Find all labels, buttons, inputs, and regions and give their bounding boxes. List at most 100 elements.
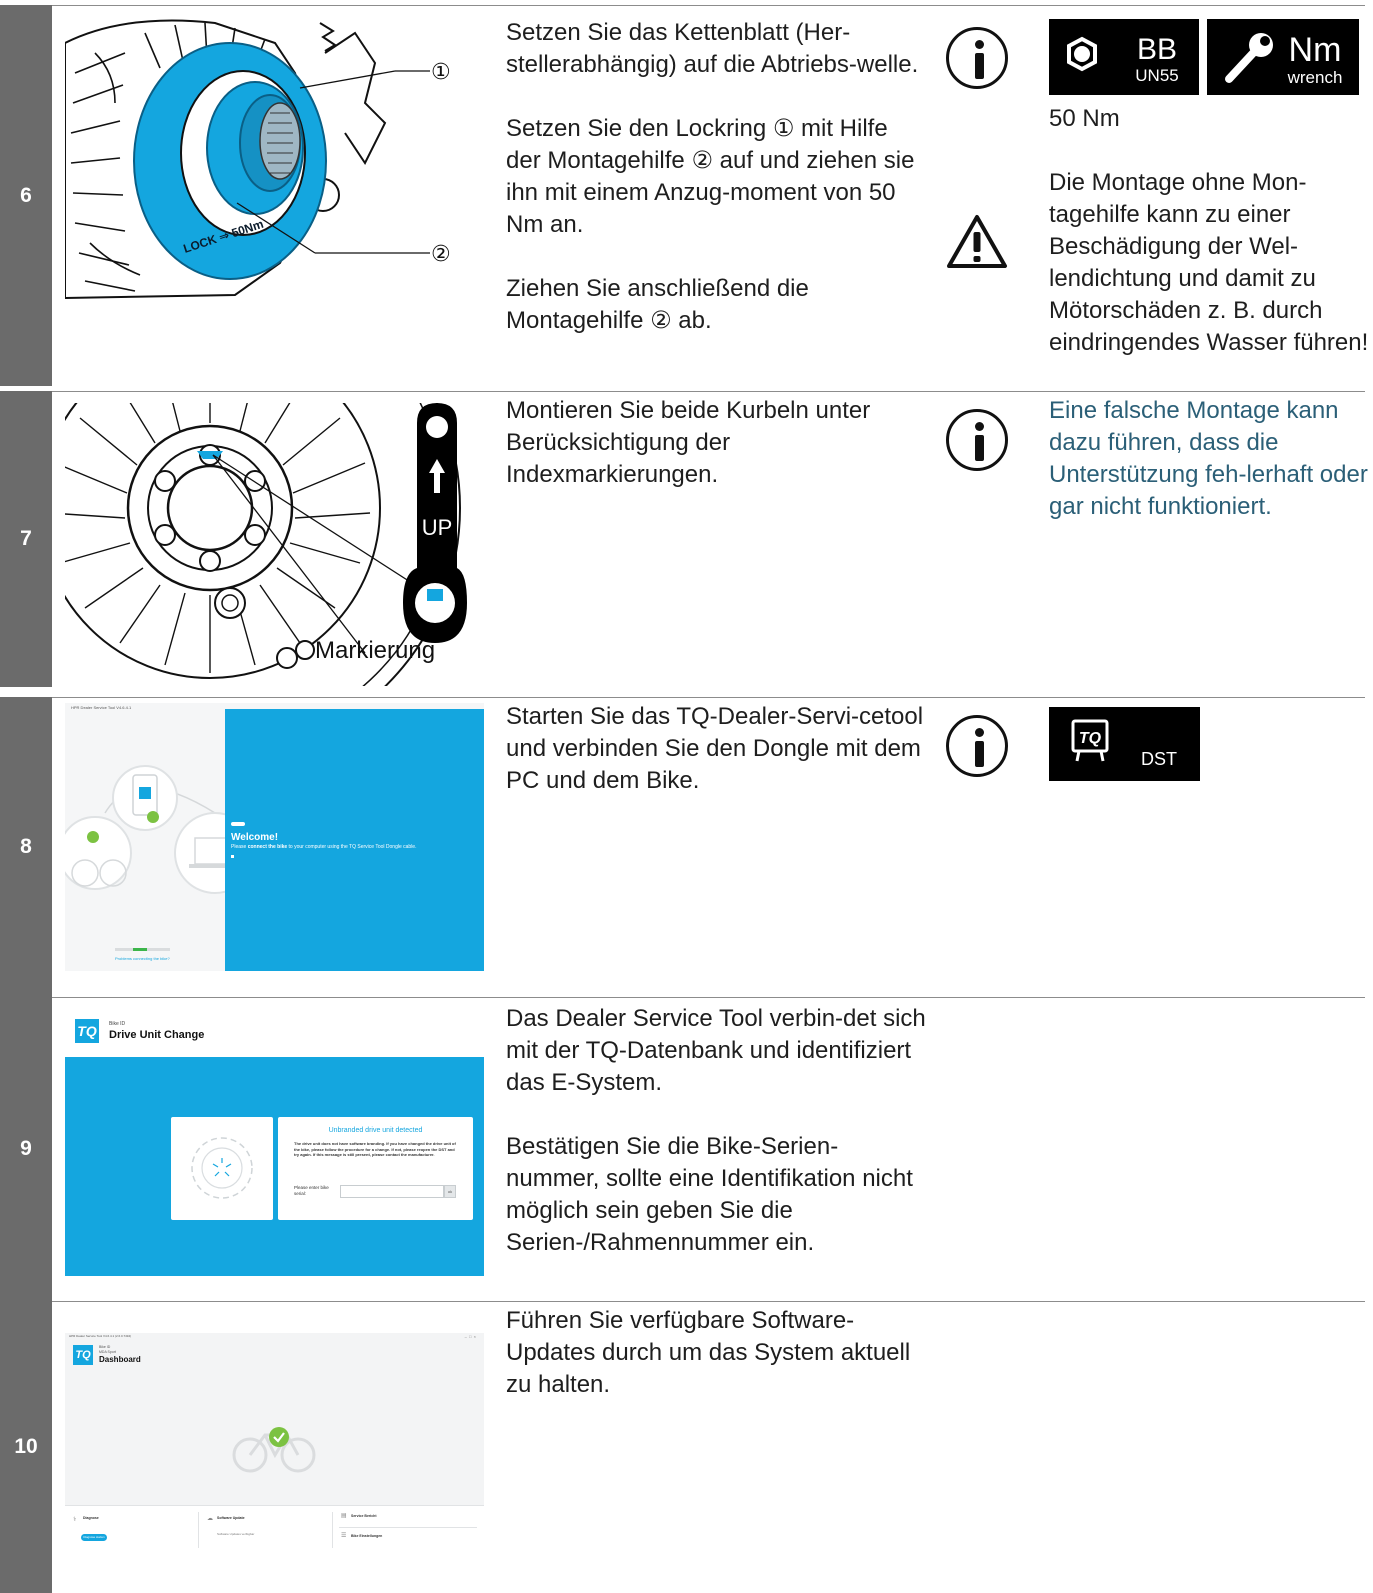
- dst-welcome-screenshot: HPR Dealer Service Tool V4.6.4.1 Problem…: [65, 703, 484, 971]
- serial-ok-button[interactable]: ok: [444, 1185, 456, 1198]
- drive-unit-icon: [191, 1137, 253, 1199]
- row-divider: [52, 997, 1365, 998]
- torque-value: 50 Nm: [1049, 105, 1120, 132]
- dashboard-tiles: ⚕ Diagnose Diagnose starten ☁ Software U…: [65, 1505, 484, 1553]
- step-9-instructions: Das Dealer Service Tool verbin-det sich …: [506, 1003, 926, 1291]
- marker-label: Markierung: [315, 637, 435, 664]
- crank-index-marker: [427, 589, 443, 601]
- step-6-instructions: Setzen Sie das Kettenblatt (Her-stellera…: [506, 17, 926, 369]
- serial-input[interactable]: [340, 1185, 444, 1198]
- cloud-icon: ☁: [207, 1516, 213, 1522]
- welcome-instruction: Please connect the bike to your computer…: [231, 844, 417, 850]
- sliders-icon: ☰: [341, 1533, 347, 1539]
- tile-diagnose[interactable]: ⚕ Diagnose Diagnose starten: [71, 1512, 199, 1548]
- instruction-paragraph: Setzen Sie das Kettenblatt (Her-stellera…: [506, 19, 919, 78]
- info-icon: [946, 715, 1008, 777]
- dst-tool-badge: TQ DST: [1049, 707, 1200, 781]
- step-8-instructions: Starten Sie das TQ-Dealer-Servi-cetool u…: [506, 701, 926, 829]
- instruction-paragraph: Das Dealer Service Tool verbin-det sich …: [506, 1005, 926, 1096]
- row-divider: [52, 5, 1365, 6]
- wrench-icon: [1225, 33, 1273, 83]
- tile-software-update[interactable]: ☁ Software Update Software Updates verfü…: [205, 1512, 333, 1548]
- row-divider: [52, 697, 1365, 698]
- bb-un55-tool-badge: BB UN55: [1049, 19, 1199, 95]
- callout-2: ②: [431, 241, 451, 266]
- welcome-panel: Welcome! Please connect the bike to your…: [225, 709, 484, 971]
- step-6-row: 6 LOCK ⇒ 50Nm ① ② Setzen Sie das Kettenb…: [0, 5, 1373, 386]
- tq-logo: TQ: [75, 1019, 99, 1043]
- blue-content-area: Unbranded drive unit detected The drive …: [65, 1057, 484, 1276]
- screen-subtitle: MDA Sport: [99, 1350, 116, 1354]
- screen-title: Drive Unit Change: [109, 1029, 205, 1041]
- crank-note: Eine falsche Montage kann dazu führen, d…: [1049, 397, 1368, 520]
- svg-text:DST: DST: [1141, 749, 1177, 769]
- step-7-icons: [946, 409, 1010, 471]
- tile-service-report[interactable]: ▤ Service Bericht: [339, 1510, 477, 1528]
- instruction-paragraph: Bestätigen Sie die Bike-Serien-nummer, s…: [506, 1133, 913, 1256]
- tile-label: Bike Einstellungen: [351, 1534, 383, 1538]
- step-7-row: 7 UP Markierung Montieren Sie beide Kurb…: [0, 391, 1373, 687]
- dialog-title: Unbranded drive unit detected: [328, 1127, 423, 1134]
- tile-sub: Software Updates verfügbar: [217, 1532, 255, 1536]
- instruction-paragraph: Montieren Sie beide Kurbeln unter Berück…: [506, 397, 871, 488]
- warning-icon: [947, 215, 1007, 268]
- instruction-paragraph: Setzen Sie den Lockring ① mit Hilfe der …: [506, 115, 915, 238]
- unbranded-dialog: Unbranded drive unit detected The drive …: [278, 1117, 473, 1220]
- diagnose-icon: ⚕: [73, 1517, 77, 1523]
- tile-bike-settings[interactable]: ☰ Bike Einstellungen: [339, 1530, 477, 1548]
- row-divider: [52, 1301, 1365, 1302]
- lockring-illustration: LOCK ⇒ 50Nm ① ②: [65, 13, 465, 301]
- row-divider: [52, 391, 1365, 392]
- tq-logo: TQ: [73, 1345, 93, 1365]
- tile-label: Service Bericht: [351, 1514, 377, 1518]
- step-8-icons: [946, 715, 1010, 777]
- dialog-body: The drive unit does not have software br…: [294, 1141, 456, 1157]
- step-number: 8: [0, 697, 52, 997]
- serial-field-label: Please enter bike serial:: [294, 1185, 329, 1196]
- dashboard-screenshot: HPR Dealer Service Tool V4.6.4.1 (2.6.0.…: [65, 1333, 484, 1553]
- screen-subtitle: Bike ID: [109, 1021, 126, 1027]
- step-number: 6: [0, 5, 52, 386]
- info-icon: [946, 27, 1008, 89]
- bike-ok-icon: [232, 1427, 316, 1473]
- svg-text:wrench: wrench: [1287, 68, 1343, 87]
- document-icon: ▤: [341, 1513, 347, 1519]
- step-7-instructions: Montieren Sie beide Kurbeln unter Berück…: [506, 395, 926, 523]
- screen-subtitle: Bike ID: [99, 1345, 111, 1349]
- crank-up-label: UP: [422, 515, 453, 540]
- screen-title: Dashboard: [99, 1355, 141, 1364]
- tq-computer-icon: TQ: [1071, 719, 1109, 762]
- instruction-paragraph: Ziehen Sie anschließend die Montagehilfe…: [506, 275, 809, 334]
- instruction-paragraph: Führen Sie verfügbare Software-Updates d…: [506, 1307, 911, 1398]
- svg-text:UN55: UN55: [1135, 66, 1178, 85]
- torque-wrench-tool-badge: Nm wrench: [1207, 19, 1359, 95]
- svg-text:TQ: TQ: [1079, 730, 1102, 747]
- welcome-heading: Welcome!: [231, 832, 279, 843]
- problem-link[interactable]: Problems connecting the bike?: [115, 956, 170, 961]
- step-number: 9: [0, 997, 52, 1301]
- step-number: 7: [0, 391, 52, 687]
- tile-label: Software Update: [217, 1516, 245, 1520]
- welcome-panel-dot: [231, 855, 234, 858]
- warning-text: Die Montage ohne Mon-tagehilfe kann zu e…: [1049, 169, 1369, 356]
- step-6-icons: [946, 27, 1010, 270]
- window-controls: – □ ×: [464, 1334, 476, 1339]
- step-number: 10: [0, 1301, 52, 1593]
- step-8-row: 8 HPR Dealer Service Tool V4.6.4.1 Probl…: [0, 697, 1373, 997]
- drive-unit-card: [171, 1117, 273, 1220]
- step-9-row: 9 TQ Bike ID Drive Unit Change Unbranded…: [0, 997, 1373, 1301]
- callout-1: ①: [431, 59, 451, 84]
- diagnose-start-button[interactable]: Diagnose starten: [81, 1534, 107, 1541]
- tile-label: Diagnose: [83, 1516, 99, 1520]
- crank-illustration: UP Markierung: [65, 403, 479, 686]
- connection-graphic: [65, 765, 225, 951]
- welcome-panel-accent: [231, 822, 245, 826]
- drive-unit-change-screenshot: TQ Bike ID Drive Unit Change Unbranded d…: [65, 1008, 484, 1276]
- step-10-instructions: Führen Sie verfügbare Software-Updates d…: [506, 1305, 926, 1433]
- svg-text:Nm: Nm: [1289, 31, 1342, 69]
- step-10-row: 10 HPR Dealer Service Tool V4.6.4.1 (2.6…: [0, 1301, 1373, 1593]
- screenshot-titlebar: HPR Dealer Service Tool V4.6.4.1 (2.6.0.…: [69, 1334, 132, 1338]
- svg-text:BB: BB: [1137, 33, 1177, 66]
- info-icon: [946, 409, 1008, 471]
- instruction-paragraph: Starten Sie das TQ-Dealer-Servi-cetool u…: [506, 703, 924, 794]
